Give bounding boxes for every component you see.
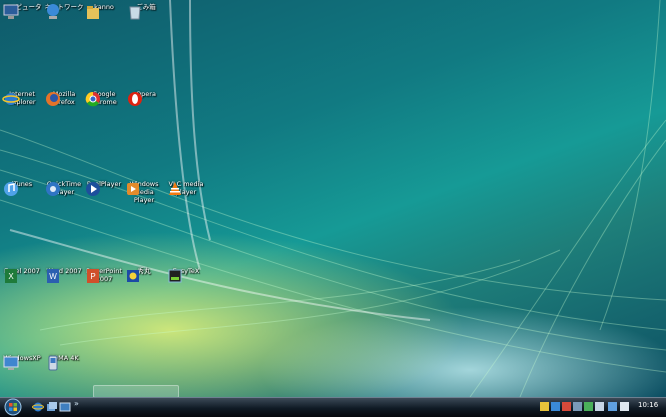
realplayer-icon bbox=[86, 182, 100, 196]
svg-text:X: X bbox=[8, 272, 14, 281]
switch-windows-icon[interactable] bbox=[46, 401, 58, 413]
desktop-icon-media-player[interactable]: Windows Media Player bbox=[124, 180, 164, 204]
tray-app-icon[interactable] bbox=[584, 402, 593, 411]
internet-explorer-icon bbox=[2, 93, 20, 105]
desktop-icon-computer[interactable]: コンピュータ bbox=[2, 3, 42, 19]
internet-explorer-icon[interactable] bbox=[32, 401, 44, 413]
quick-launch-chevron[interactable]: » bbox=[74, 399, 79, 408]
start-button[interactable] bbox=[2, 398, 24, 416]
quicktime-icon bbox=[46, 182, 60, 196]
language-bar[interactable] bbox=[93, 385, 179, 397]
tray-app-icon[interactable] bbox=[595, 402, 604, 411]
desktop-icon-windowsxp[interactable]: WindowsXP bbox=[2, 354, 42, 370]
desktop-icon-hidemaru[interactable]: 秀丸 bbox=[124, 267, 164, 282]
desktop-icon-quicktime[interactable]: QuickTime Player bbox=[44, 180, 84, 196]
wallpaper-streaks bbox=[0, 0, 666, 397]
svg-text:P: P bbox=[90, 272, 95, 281]
tray-app-icon[interactable] bbox=[562, 402, 571, 411]
windowsxp-icon bbox=[3, 356, 19, 370]
desktop-icon-kanno[interactable]: kanno bbox=[84, 3, 124, 19]
taskbar: » 10:16 bbox=[0, 397, 666, 417]
desktop-icon-vlc[interactable]: VLC media player bbox=[166, 180, 206, 196]
desktop-icon-easytex[interactable]: EasyTeX bbox=[166, 267, 206, 283]
desktop-icon-opera[interactable]: Opera bbox=[126, 90, 166, 106]
desktop-icon-recycle-bin[interactable]: ごみ箱 bbox=[126, 3, 166, 20]
tray-app-icon[interactable] bbox=[540, 402, 549, 411]
media-player-icon bbox=[127, 183, 139, 195]
recycle-bin-icon bbox=[129, 6, 141, 20]
powerpoint-icon: P bbox=[87, 269, 99, 283]
foma-icon bbox=[48, 355, 58, 371]
desktop: コンピュータ ネットワーク kanno ごみ箱 Internet Explore… bbox=[0, 0, 666, 397]
hidemaru-icon bbox=[127, 270, 139, 282]
computer-icon bbox=[3, 4, 19, 19]
desktop-icon-realplayer[interactable]: RealPlayer bbox=[84, 180, 124, 196]
itunes-icon bbox=[4, 182, 18, 196]
clock[interactable]: 10:16 bbox=[638, 401, 658, 409]
desktop-icon-chrome[interactable]: Google Chrome bbox=[84, 90, 124, 107]
volume-icon[interactable] bbox=[620, 402, 629, 411]
opera-icon bbox=[128, 92, 142, 106]
desktop-icon-internet-explorer[interactable]: Internet Explorer bbox=[2, 90, 42, 106]
desktop-icon-itunes[interactable]: iTunes bbox=[2, 180, 42, 196]
svg-text:W: W bbox=[49, 272, 57, 281]
desktop-icon-network[interactable]: ネットワーク bbox=[44, 3, 84, 19]
user-folder-icon bbox=[87, 6, 99, 19]
chrome-icon bbox=[85, 91, 100, 107]
tray-app-icon[interactable] bbox=[551, 402, 560, 411]
desktop-icon-powerpoint[interactable]: P PowerPoint 2007 bbox=[84, 267, 124, 283]
desktop-icon-firefox[interactable]: Mozilla Firefox bbox=[44, 90, 84, 106]
word-icon: W bbox=[47, 269, 59, 283]
firefox-icon bbox=[46, 92, 60, 106]
desktop-icon-foma[interactable]: FOMA 4K bbox=[44, 354, 84, 371]
vlc-icon bbox=[169, 182, 181, 195]
tray-app-icon[interactable] bbox=[573, 402, 582, 411]
easytex-icon bbox=[168, 269, 182, 283]
desktop-icon-excel[interactable]: X Excel 2007 bbox=[2, 267, 42, 283]
excel-icon: X bbox=[5, 269, 17, 283]
show-desktop-icon[interactable] bbox=[59, 401, 71, 413]
network-icon[interactable] bbox=[608, 402, 617, 411]
desktop-icon-word[interactable]: W Word 2007 bbox=[44, 267, 84, 283]
network-icon bbox=[47, 4, 59, 19]
